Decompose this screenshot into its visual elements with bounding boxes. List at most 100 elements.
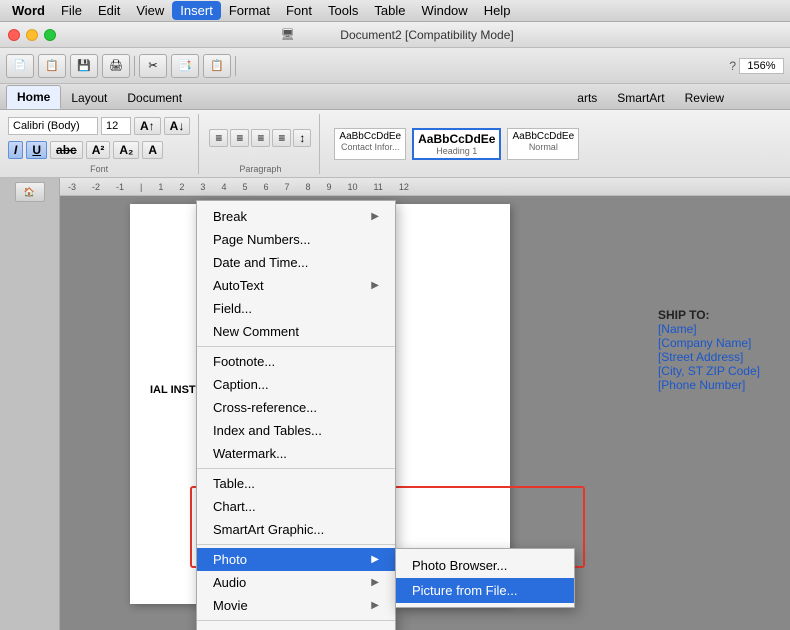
menu-item-page-numbers[interactable]: Page Numbers... — [197, 228, 395, 251]
menu-table[interactable]: Table — [366, 1, 413, 20]
strikethrough-button[interactable]: abc — [50, 141, 83, 159]
minimize-button[interactable] — [26, 29, 38, 41]
font-color-button[interactable]: A — [142, 141, 163, 159]
style-normal[interactable]: AaBbCcDdEe Normal — [507, 128, 579, 160]
audio-arrow: ▶ — [371, 577, 379, 588]
menu-item-chart[interactable]: Chart... — [197, 495, 395, 518]
styles-section: AaBbCcDdEe Contact Infor... AaBbCcDdEe H… — [330, 124, 782, 164]
menu-format[interactable]: Format — [221, 1, 278, 20]
menu-item-new-comment[interactable]: New Comment — [197, 320, 395, 343]
ribbon-tabs: Home Layout Document arts SmartArt Revie… — [0, 84, 790, 110]
ship-to-company: [Company Name] — [658, 336, 760, 350]
font-format-controls: I U abc A² A₂ A — [8, 138, 190, 162]
tab-smartart[interactable]: SmartArt — [607, 87, 674, 109]
menu-item-index-tables[interactable]: Index and Tables... — [197, 419, 395, 442]
toolbar-btn-2[interactable]: 📋 — [38, 54, 66, 78]
ship-to-phone: [Phone Number] — [658, 378, 760, 392]
toolbar-btn-paste[interactable]: 📋 — [203, 54, 231, 78]
menu-item-caption[interactable]: Caption... — [197, 373, 395, 396]
style-name-2: Heading 1 — [418, 146, 495, 156]
menu-item-break[interactable]: Break ▶ — [197, 205, 395, 228]
style-heading1[interactable]: AaBbCcDdEe Heading 1 — [412, 128, 501, 160]
paragraph-controls: ≡ ≡ ≡ ≡ ↕ — [209, 114, 311, 162]
line-spacing[interactable]: ↕ — [293, 129, 311, 147]
menu-item-watermark[interactable]: Watermark... — [197, 442, 395, 465]
separator-2 — [197, 468, 395, 469]
menu-item-clip-art[interactable]: Clip Art — [197, 624, 395, 630]
toolbar-btn-1[interactable]: 📄 — [6, 54, 34, 78]
menu-item-field[interactable]: Field... — [197, 297, 395, 320]
ship-to-title: SHIP TO: — [658, 308, 760, 322]
movie-arrow: ▶ — [371, 600, 379, 611]
menu-item-date-time[interactable]: Date and Time... — [197, 251, 395, 274]
separator-4 — [197, 620, 395, 621]
align-center[interactable]: ≡ — [230, 129, 249, 147]
ruler: -3-2-1 | 123456789101112 — [60, 178, 790, 196]
tab-home[interactable]: Home — [6, 85, 61, 109]
maximize-button[interactable] — [44, 29, 56, 41]
photo-submenu: Photo Browser... Picture from File... — [395, 548, 575, 608]
toolbar-btn-cut[interactable]: ✂ — [139, 54, 167, 78]
left-tool-1[interactable]: 🏠 — [15, 182, 45, 202]
paragraph-section-label: Paragraph — [209, 164, 311, 174]
close-button[interactable] — [8, 29, 20, 41]
tab-layout[interactable]: Layout — [61, 87, 117, 109]
font-size-increase[interactable]: A↑ — [134, 117, 161, 135]
superscript-button[interactable]: A² — [86, 141, 111, 159]
submenu-item-picture-from-file[interactable]: Picture from File... — [396, 578, 574, 603]
menu-tools[interactable]: Tools — [320, 1, 366, 20]
menu-help[interactable]: Help — [476, 1, 519, 20]
left-panel: 🏠 — [0, 178, 60, 630]
menu-item-cross-reference[interactable]: Cross-reference... — [197, 396, 395, 419]
ship-to-street: [Street Address] — [658, 350, 760, 364]
font-name-input[interactable]: Calibri (Body) — [8, 117, 98, 135]
menu-font[interactable]: Font — [278, 1, 320, 20]
menu-item-smartart[interactable]: SmartArt Graphic... — [197, 518, 395, 541]
style-preview-text-2: AaBbCcDdEe — [418, 132, 495, 146]
style-contact[interactable]: AaBbCcDdEe Contact Infor... — [334, 128, 406, 160]
zoom-level[interactable]: 156% — [739, 58, 784, 74]
menu-edit[interactable]: Edit — [90, 1, 128, 20]
style-name-3: Normal — [512, 142, 574, 152]
menu-window[interactable]: Window — [413, 1, 475, 20]
document-area: 🏠 -3-2-1 | 123456789101112 IAL INSTRUCTI… — [0, 178, 790, 630]
break-arrow: ▶ — [371, 211, 379, 222]
menu-item-audio[interactable]: Audio ▶ — [197, 571, 395, 594]
window-area: 🖥 Document2 [Compatibility Mode] 📄 📋 💾 🖨… — [0, 22, 790, 630]
ship-to-section: SHIP TO: [Name] [Company Name] [Street A… — [658, 308, 760, 392]
tab-document[interactable]: Document — [117, 87, 192, 109]
photo-arrow: ▶ — [371, 554, 379, 565]
app-name[interactable]: Word — [4, 1, 53, 20]
font-section-label: Font — [8, 164, 190, 174]
ship-to-name: [Name] — [658, 322, 760, 336]
align-right[interactable]: ≡ — [251, 129, 270, 147]
style-preview-text-3: AaBbCcDdEe — [512, 131, 574, 142]
menu-view[interactable]: View — [128, 1, 172, 20]
toolbar-btn-copy[interactable]: 📑 — [171, 54, 199, 78]
font-size-input[interactable]: 12 — [101, 117, 131, 135]
menu-item-footnote[interactable]: Footnote... — [197, 350, 395, 373]
justify[interactable]: ≡ — [272, 129, 291, 147]
menu-item-autotext[interactable]: AutoText ▶ — [197, 274, 395, 297]
toolbar: 📄 📋 💾 🖨 ✂ 📑 📋 ? 156% — [0, 48, 790, 84]
tab-arts[interactable]: arts — [567, 87, 607, 109]
italic-button[interactable]: I — [8, 141, 23, 159]
separator-1 — [197, 346, 395, 347]
subscript-button[interactable]: A₂ — [113, 141, 139, 159]
autotext-arrow: ▶ — [371, 280, 379, 291]
ribbon-content: Calibri (Body) 12 A↑ A↓ I U abc A² A₂ A … — [0, 110, 790, 178]
toolbar-btn-print[interactable]: 🖨 — [102, 54, 130, 78]
ship-to-city: [City, ST ZIP Code] — [658, 364, 760, 378]
menu-item-photo[interactable]: Photo ▶ — [197, 548, 395, 571]
menu-item-movie[interactable]: Movie ▶ — [197, 594, 395, 617]
underline-button[interactable]: U — [26, 141, 47, 159]
font-size-decrease[interactable]: A↓ — [164, 117, 191, 135]
submenu-item-photo-browser[interactable]: Photo Browser... — [396, 553, 574, 578]
separator-3 — [197, 544, 395, 545]
tab-review[interactable]: Review — [675, 87, 734, 109]
menu-insert[interactable]: Insert — [172, 1, 221, 20]
menu-file[interactable]: File — [53, 1, 90, 20]
menu-item-table[interactable]: Table... — [197, 472, 395, 495]
align-left[interactable]: ≡ — [209, 129, 228, 147]
toolbar-btn-save[interactable]: 💾 — [70, 54, 98, 78]
